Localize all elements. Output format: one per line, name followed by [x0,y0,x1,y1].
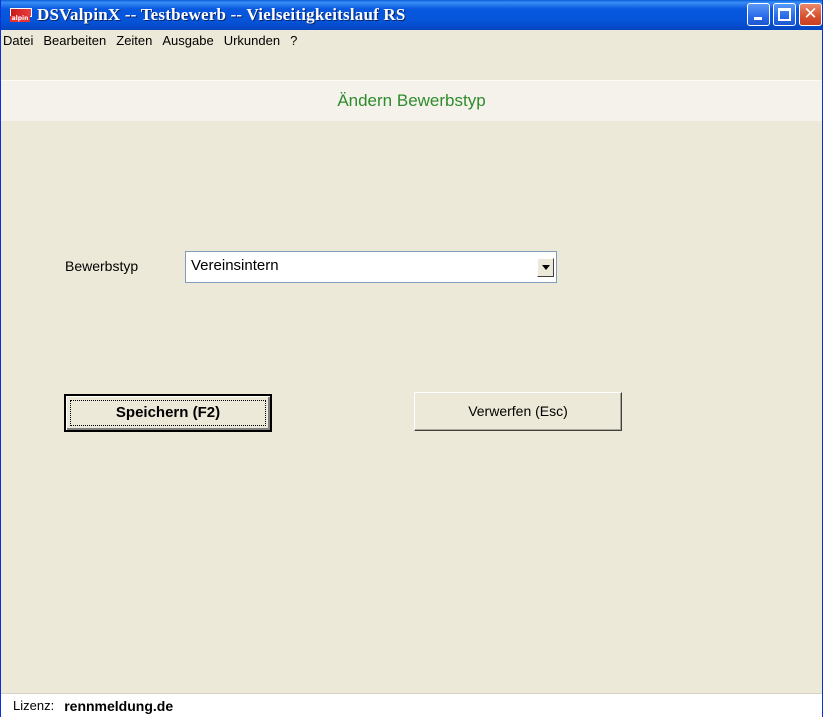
page-title: Ändern Bewerbstyp [337,91,486,110]
maximize-icon [778,8,791,21]
window-title: DSValpinX -- Testbewerb -- Vielseitigkei… [37,5,406,24]
menu-zeiten[interactable]: Zeiten [112,33,158,48]
app-window: alpin DSValpinX -- Testbewerb -- Vielsei… [0,0,823,717]
menu-bearbeiten[interactable]: Bearbeiten [39,33,112,48]
save-button[interactable]: Speichern (F2) [64,394,272,432]
menu-bar: Datei Bearbeiten Zeiten Ausgabe Urkunden… [1,30,822,50]
license-label: Lizenz: [13,698,55,713]
menu-datei[interactable]: Datei [1,33,39,48]
minimize-button[interactable] [747,3,770,26]
app-icon[interactable]: alpin [9,7,32,23]
menu-ausgabe[interactable]: Ausgabe [158,33,219,48]
close-icon: ✕ [803,4,818,24]
discard-button-label: Verwerfen (Esc) [468,403,568,419]
minimize-icon [754,17,762,20]
license-value: rennmeldung.de [64,697,174,714]
bewerbstyp-select[interactable]: Vereinsintern [185,251,557,283]
maximize-button[interactable] [773,3,796,26]
close-button[interactable]: ✕ [799,3,822,26]
bewerbstyp-selected-value: Vereinsintern [191,257,279,274]
save-button-label: Speichern (F2) [115,404,221,421]
chevron-down-icon [542,265,550,270]
menu-urkunden[interactable]: Urkunden [220,33,286,48]
title-bar[interactable]: alpin DSValpinX -- Testbewerb -- Vielsei… [1,0,822,30]
discard-button[interactable]: Verwerfen (Esc) [414,392,622,431]
status-bar: Lizenz: rennmeldung.de [1,693,822,717]
bewerbstyp-label: Bewerbstyp [65,258,139,274]
menu-help[interactable]: ? [286,33,303,48]
dropdown-button[interactable] [537,258,554,277]
